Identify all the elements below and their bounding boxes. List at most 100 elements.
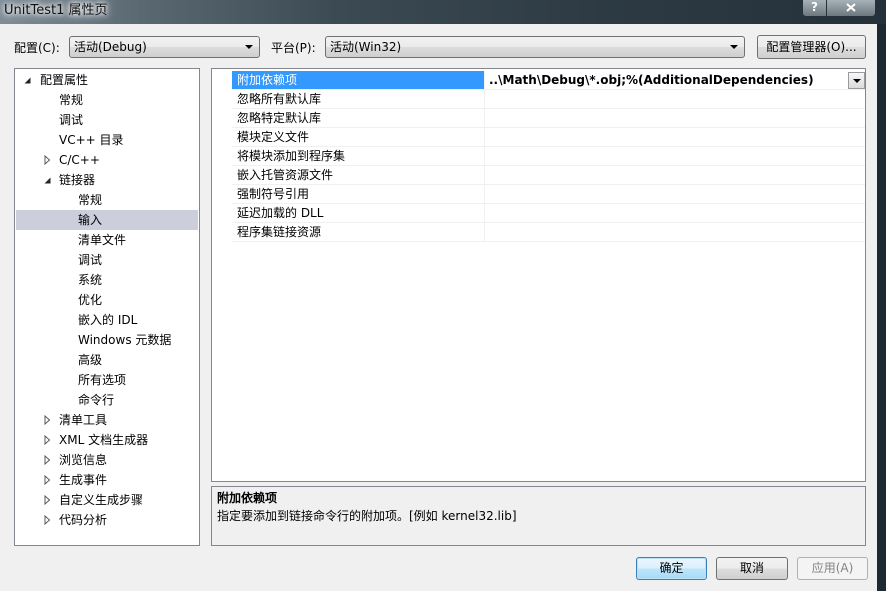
tree-item[interactable]: Windows 元数据 [16,330,198,350]
tree-item[interactable]: 自定义生成步骤 [16,490,198,510]
expanded-arrow-icon[interactable] [44,170,52,190]
tree-item[interactable]: C/C++ [16,150,198,170]
property-row[interactable]: 忽略特定默认库 [212,109,865,128]
property-value[interactable] [485,223,865,242]
configuration-combo[interactable]: 活动(Debug) [69,36,260,58]
description-title: 附加依赖项 [217,491,278,505]
tree-item[interactable]: 高级 [16,350,198,370]
collapsed-arrow-icon[interactable] [44,430,52,450]
tree-item-label: 自定义生成步骤 [59,493,144,507]
ok-button[interactable]: 确定 [636,557,707,580]
tree-item-label: 清单工具 [59,413,108,427]
tree-item-label: XML 文档生成器 [59,433,149,447]
collapsed-arrow-icon[interactable] [44,510,52,530]
property-name: 将模块添加到程序集 [232,147,485,166]
tree-item[interactable]: 生成事件 [16,470,198,490]
property-grid: 附加依赖项 ..\Math\Debug\*.obj;%(AdditionalDep… [211,68,866,482]
chevron-down-icon [245,45,253,49]
tree-item-label: 命令行 [78,393,115,407]
property-value[interactable] [485,185,865,204]
tree-item-label: 代码分析 [59,513,108,527]
help-icon [811,0,818,14]
tree-item-label: 常规 [78,193,103,207]
tree-item-label: 调试 [78,253,103,267]
window-title: UnitTest1 属性页 [4,3,108,18]
tree-item-label: 浏览信息 [59,453,108,467]
close-icon [846,3,856,12]
property-value[interactable] [485,204,865,223]
property-name: 附加依赖项 [232,71,485,90]
tree-item[interactable]: 调试 [16,250,198,270]
property-name: 模块定义文件 [232,128,485,147]
description-text: 指定要添加到链接命令行的附加项。[例如 kernel32.lib] [217,509,517,523]
chevron-down-icon [853,79,861,83]
property-value[interactable]: ..\Math\Debug\*.obj;%(AdditionalDependen… [485,71,865,90]
configuration-manager-button[interactable]: 配置管理器(O)... [757,35,866,59]
expanded-arrow-icon[interactable] [24,70,32,90]
title-bar: UnitTest1 属性页 [0,0,886,24]
close-button[interactable] [827,0,876,17]
property-row[interactable]: 忽略所有默认库 [212,90,865,109]
property-value[interactable] [485,147,865,166]
tree-item[interactable]: 调试 [16,110,198,130]
property-name: 延迟加载的 DLL [232,204,485,223]
tree-item[interactable]: 常规 [16,190,198,210]
tree-item[interactable]: 清单文件 [16,230,198,250]
tree-item-label: 嵌入的 IDL [78,313,138,327]
property-name: 强制符号引用 [232,185,485,204]
tree-item[interactable]: 输入 [16,210,198,230]
apply-button[interactable]: 应用(A) [797,557,868,580]
tree-item[interactable]: 浏览信息 [16,450,198,470]
tree-item-label: 调试 [59,113,84,127]
property-value[interactable] [485,128,865,147]
collapsed-arrow-icon[interactable] [44,450,52,470]
tree-item[interactable]: XML 文档生成器 [16,430,198,450]
property-name: 忽略所有默认库 [232,90,485,109]
tree-item-label: 生成事件 [59,473,108,487]
property-row[interactable]: 强制符号引用 [212,185,865,204]
tree-item-label: Windows 元数据 [78,333,172,347]
tree-item[interactable]: 链接器 [16,170,198,190]
collapsed-arrow-icon[interactable] [44,410,52,430]
property-row[interactable]: 嵌入托管资源文件 [212,166,865,185]
tree-item-label: 链接器 [59,173,96,187]
property-row[interactable]: 模块定义文件 [212,128,865,147]
tree-item[interactable]: 优化 [16,290,198,310]
tree-item[interactable]: 系统 [16,270,198,290]
tree-item[interactable]: 配置属性 [16,70,198,90]
tree-item[interactable]: 命令行 [16,390,198,410]
tree-item[interactable]: 所有选项 [16,370,198,390]
tree-item-label: C/C++ [59,153,100,167]
tree-item-label: 高级 [78,353,103,367]
tree-item-label: 优化 [78,293,103,307]
tree-item[interactable]: 常规 [16,90,198,110]
collapsed-arrow-icon[interactable] [44,150,52,170]
tree-item[interactable]: 嵌入的 IDL [16,310,198,330]
platform-combo[interactable]: 活动(Win32) [325,36,745,58]
property-value[interactable] [485,166,865,185]
property-row[interactable]: 将模块添加到程序集 [212,147,865,166]
tree-item-label: VC++ 目录 [59,133,124,147]
tree-item-label: 配置属性 [40,73,89,87]
property-row[interactable]: 附加依赖项 ..\Math\Debug\*.obj;%(AdditionalDep… [212,71,865,90]
property-row[interactable]: 程序集链接资源 [212,223,865,242]
property-name: 忽略特定默认库 [232,109,485,128]
property-value[interactable] [485,90,865,109]
tree-item[interactable]: 清单工具 [16,410,198,430]
tree-item[interactable]: 代码分析 [16,510,198,530]
platform-combo-value: 活动(Win32) [330,40,402,54]
property-value[interactable] [485,109,865,128]
value-dropdown-button[interactable] [848,72,865,89]
platform-label: 平台(P): [271,41,316,55]
property-tree: 配置属性 常规 调试 VC++ 目录 C/C++ 链接器 常规 输入 清单文件 调试 系统 优化 嵌入的… [14,68,200,546]
description-panel: 附加依赖项 指定要添加到链接命令行的附加项。[例如 kernel32.lib] [211,486,866,546]
tree-item[interactable]: VC++ 目录 [16,130,198,150]
tree-item-label: 系统 [78,273,103,287]
help-button[interactable] [802,0,827,17]
collapsed-arrow-icon[interactable] [44,470,52,490]
collapsed-arrow-icon[interactable] [44,490,52,510]
property-value-text: ..\Math\Debug\*.obj;%(AdditionalDependen… [489,73,814,87]
property-name: 嵌入托管资源文件 [232,166,485,185]
cancel-button[interactable]: 取消 [716,557,788,580]
property-row[interactable]: 延迟加载的 DLL [212,204,865,223]
